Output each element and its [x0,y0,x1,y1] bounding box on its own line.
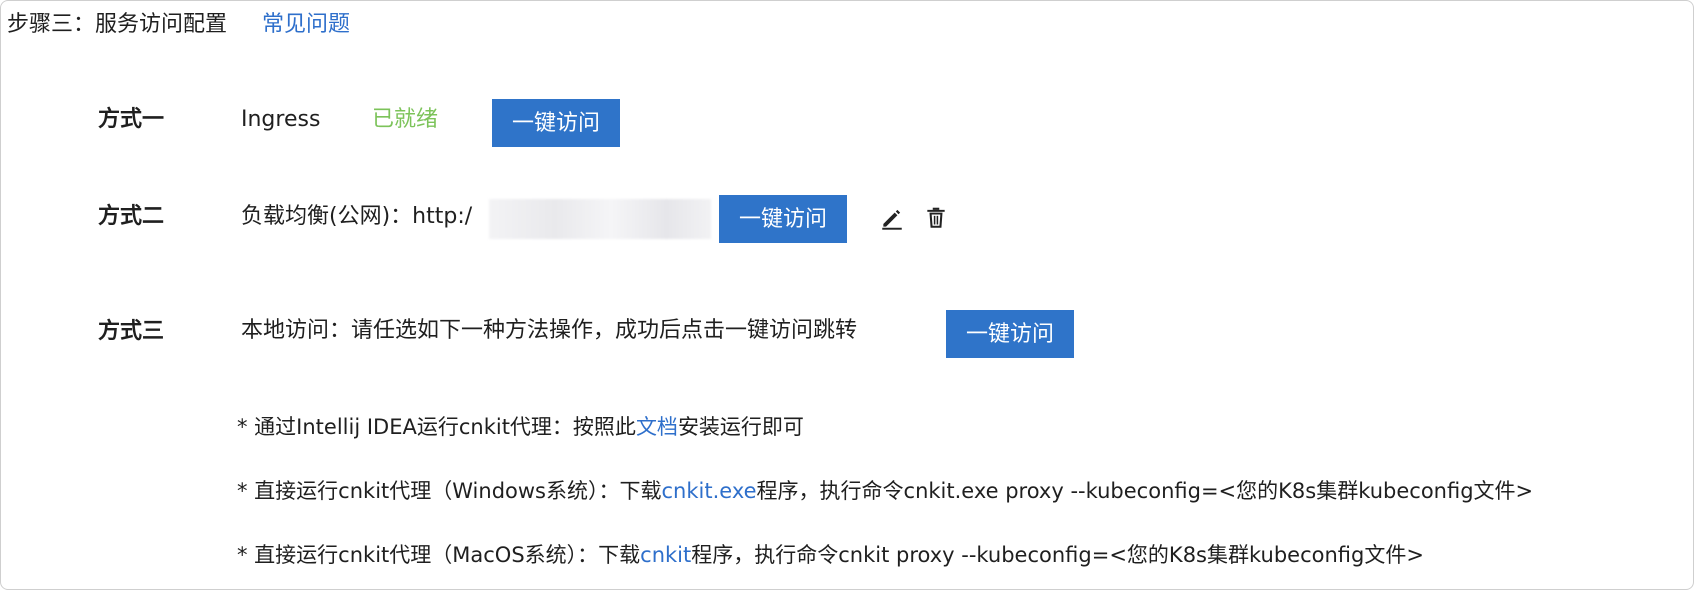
doc-link[interactable]: 文档 [636,415,678,439]
note-macos-prefix: * 直接运行cnkit代理（MacOS系统）：下载 [237,543,641,567]
note-macos: * 直接运行cnkit代理（MacOS系统）：下载cnkit程序，执行命令cnk… [237,540,1424,570]
note-intellij: * 通过Intellij IDEA运行cnkit代理：按照此文档安装运行即可 [237,412,804,442]
note-windows: * 直接运行cnkit代理（Windows系统）：下载cnkit.exe程序，执… [237,476,1533,506]
note-windows-suffix: 程序，执行命令cnkit.exe proxy --kubeconfig=<您的K… [756,479,1534,503]
cnkit-download-link[interactable]: cnkit [640,543,691,567]
step-title: 步骤三：服务访问配置 [7,12,228,37]
note-intellij-prefix: * 通过Intellij IDEA运行cnkit代理：按照此 [237,415,636,439]
ingress-label: Ingress [241,107,321,132]
local-access-instructions: 本地访问：请任选如下一种方法操作，成功后点击一键访问跳转 [241,318,858,343]
note-intellij-suffix: 安装运行即可 [677,415,804,439]
blurred-url-mask [489,199,711,239]
method-two-label: 方式二 [98,204,165,229]
faq-link[interactable]: 常见问题 [262,12,350,37]
edit-icon[interactable] [879,205,905,231]
trash-icon[interactable] [923,205,949,231]
step-header: 步骤三：服务访问配置 常见问题 [7,9,350,41]
note-windows-prefix: * 直接运行cnkit代理（Windows系统）：下载 [237,479,662,503]
method-one-access-button[interactable]: 一键访问 [492,99,621,147]
ready-status: 已就绪 [372,107,439,132]
method-three-access-button[interactable]: 一键访问 [946,310,1075,358]
cnkit-exe-download-link[interactable]: cnkit.exe [662,479,757,503]
method-one-label: 方式一 [98,107,165,132]
service-access-panel: 步骤三：服务访问配置 常见问题 方式一 Ingress 已就绪 一键访问 方式二… [0,0,1694,590]
method-three-label: 方式三 [98,319,165,344]
load-balancer-url: 负载均衡(公网)：http:/ [241,204,473,229]
note-macos-suffix: 程序，执行命令cnkit proxy --kubeconfig=<您的K8s集群… [691,543,1424,567]
method-two-access-button[interactable]: 一键访问 [719,195,848,243]
